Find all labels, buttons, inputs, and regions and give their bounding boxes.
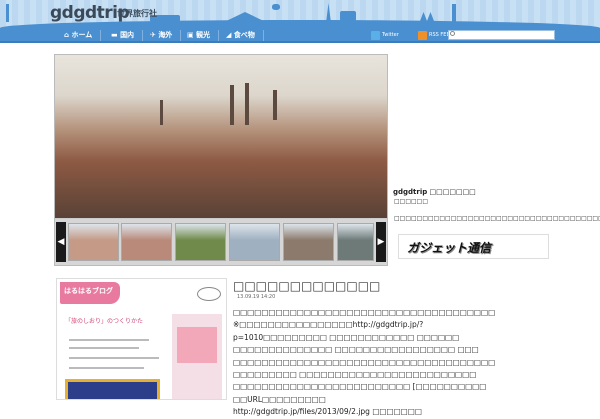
nav-domestic[interactable]: ▬ 国内 — [111, 30, 144, 41]
twitter-label: Twitter — [382, 32, 399, 38]
nav-label: ホーム — [71, 31, 93, 39]
car-icon: ▬ — [111, 31, 118, 39]
church-spire — [160, 100, 163, 125]
thumb-text-line — [69, 339, 149, 341]
thumbnail-lioness[interactable] — [175, 223, 226, 261]
post-body-line: □□□□□□□□□□□□□□□□□□□□□□□□□ [□□□□□□□□□□ — [233, 382, 487, 392]
post-body-line: □□□□□□□□□ □□□□□□□□□□□□□□□□□□□□□□□□□ — [233, 370, 477, 380]
post-body-line: ※□□□□□□□□□□□□□□□□http://gdgdtrip.jp/? — [233, 320, 424, 330]
mountain-icon — [220, 12, 270, 24]
thumbnail-prague[interactable] — [68, 223, 119, 261]
twitter-icon — [371, 31, 380, 40]
post-body-line: □□□□□□□□□□□□□□ □□□□□□□□□□□□□□□□□ □□□ — [233, 345, 479, 355]
thumb-image — [65, 379, 160, 399]
search-icon — [450, 31, 455, 36]
lighthouse-icon — [6, 4, 9, 22]
thumb-avatar — [177, 327, 217, 363]
plane-icon: ✈ — [150, 31, 156, 39]
church-spire — [245, 83, 249, 125]
sidebar-description: □□□□□□□□□□□□□□□□□□□□□□□□□□□□□□□□□□□□□□□ — [394, 215, 600, 222]
food-icon: ◢ — [226, 31, 232, 39]
post-body-line: □□URL□□□□□□□□□ — [233, 394, 326, 404]
post-body-line: □□□□□□□□□□□□□□□□□□□□□□□□□□□□□□□□□□□□□ — [233, 308, 496, 317]
tower-icon — [326, 3, 331, 23]
image-slider: ◀ ▶ — [54, 54, 388, 266]
thumb-blog-header: はるはるブログ — [60, 282, 120, 304]
thumb-badge — [197, 287, 221, 301]
nav-food[interactable]: ◢ 食べ物 — [226, 30, 264, 41]
nav-label: 海外 — [158, 31, 173, 39]
post-thumbnail[interactable]: はるはるブログ 「旅のしおり」のつくりかた — [56, 278, 227, 400]
search-input[interactable] — [448, 30, 555, 40]
post-title[interactable]: □□□□□□□□□□□□□ — [233, 279, 380, 293]
site-header: gdgdtrip 世界旅行社 — [0, 0, 600, 30]
twitter-link[interactable]: Twitter — [371, 30, 399, 41]
post-body: □□□□□□□□□□□□□□□□□□□□□□□□□□□□□□□□□□□□□ ※□□… — [233, 307, 553, 419]
thumbnail-waterfall[interactable] — [337, 223, 374, 261]
thumb-post-title: 「旅のしおり」のつくりかた — [65, 318, 144, 325]
post-body-line: http://gdgdtrip.jp/files/2013/09/2.jpg □… — [233, 407, 422, 417]
nav-overseas[interactable]: ✈ 海外 — [150, 30, 182, 41]
rss-icon — [418, 31, 427, 40]
nav-label: 食べ物 — [233, 31, 255, 39]
nav-home[interactable]: ⌂ ホーム — [64, 30, 102, 41]
church-spire — [273, 90, 277, 120]
thumbnail-viewpoint[interactable] — [229, 223, 280, 261]
prev-arrow-button[interactable]: ◀ — [56, 222, 66, 262]
next-arrow-button[interactable]: ▶ — [376, 222, 386, 262]
post-body-line: □□□□□□□□□□□□□□□□□□□□□□□□□□□□□□□□□□□□□ — [233, 357, 496, 367]
thumb-text-line — [69, 357, 159, 359]
slider-main-photo[interactable] — [55, 55, 387, 218]
nav-label: 国内 — [120, 31, 135, 39]
airplane-icon — [272, 4, 280, 10]
trees-icon — [420, 12, 434, 21]
sidebar-title: gdgdtrip □□□□□□□ — [393, 188, 476, 196]
home-icon: ⌂ — [64, 31, 70, 39]
lighthouse-icon — [452, 4, 456, 22]
camera-icon: ▣ — [187, 31, 194, 39]
thumbnail-strip: ◀ ▶ — [55, 219, 387, 265]
banner-logo: ガジェット通信 — [407, 241, 492, 255]
thumb-blog-name: はるはるブログ — [64, 287, 113, 295]
post-date: 13.09.19 14:20 — [237, 294, 276, 300]
sidebar-title-suffix: □□□□□□□ — [429, 188, 476, 196]
post-body-line: p=1010□□□□□□□□□ □□□□□□□□□□□□ □□□□□□ — [233, 332, 460, 342]
nav-sightseeing[interactable]: ▣ 観光 — [187, 30, 220, 41]
thumbnail-harbor[interactable] — [121, 223, 172, 261]
bus-icon — [340, 11, 356, 21]
site-subtitle: 世界旅行社 — [117, 9, 157, 18]
gadget-tsushin-banner[interactable]: ガジェット通信 — [398, 234, 549, 259]
church-spire — [230, 85, 234, 125]
thumbnail-cathedral[interactable] — [283, 223, 334, 261]
nav-label: 観光 — [196, 31, 211, 39]
thumb-text-line — [69, 347, 139, 349]
sidebar-title-brand: gdgdtrip — [393, 188, 428, 196]
thumb-text-line — [69, 367, 144, 369]
sidebar-subtitle: □□□□□□ — [394, 198, 429, 205]
